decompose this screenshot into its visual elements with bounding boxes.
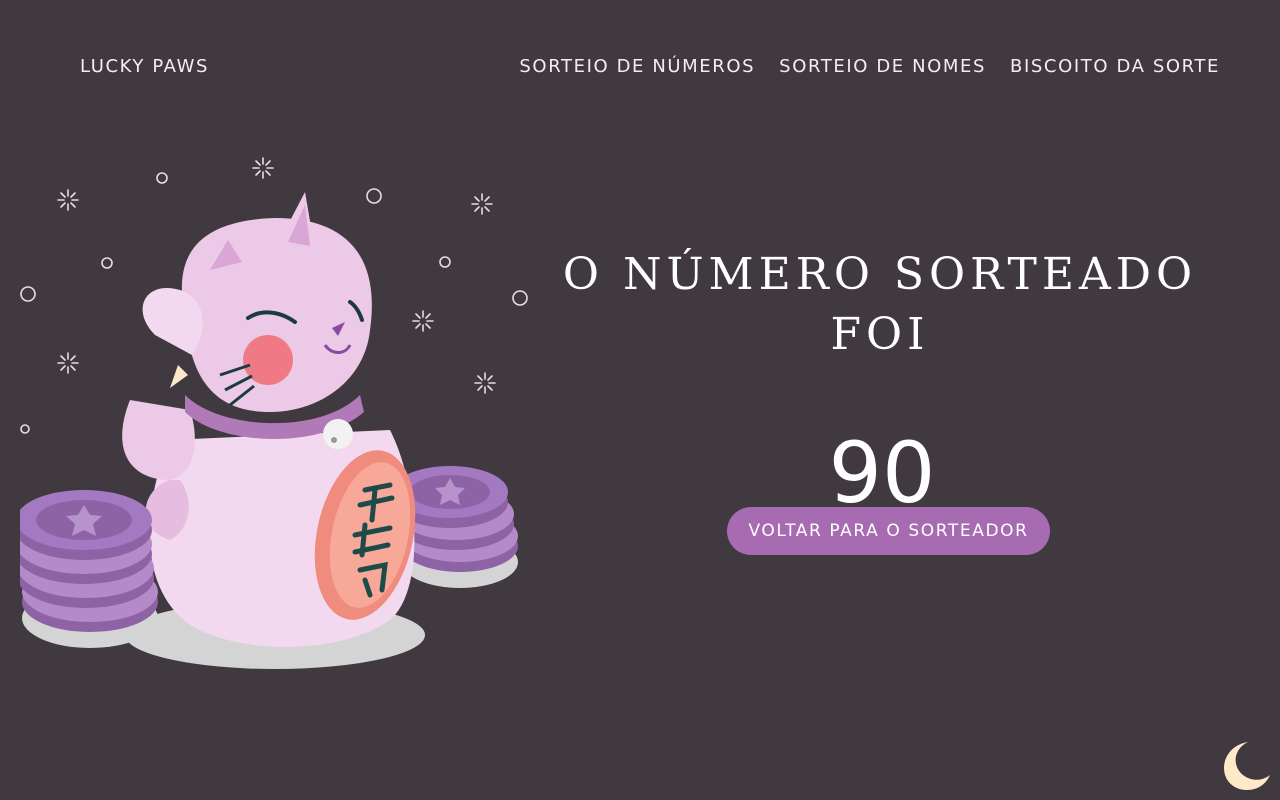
result-title: O NÚMERO SORTEADO FOI <box>562 249 1198 360</box>
result-panel: O NÚMERO SORTEADO FOI 90 <box>520 245 1240 523</box>
coin-stack-left <box>20 490 158 648</box>
theme-toggle-button[interactable] <box>1218 738 1272 792</box>
nav-link-sorteio-de-nomes[interactable]: SORTEIO DE NOMES <box>779 56 986 77</box>
lucky-cat-illustration <box>20 157 528 669</box>
brand-logo[interactable]: LUCKY PAWS <box>80 56 209 77</box>
back-to-draw-button[interactable]: VOLTAR PARA O SORTEADOR <box>727 507 1050 555</box>
main-nav: SORTEIO DE NÚMEROS SORTEIO DE NOMES BISC… <box>519 56 1220 77</box>
nav-link-biscoito-da-sorte[interactable]: BISCOITO DA SORTE <box>1010 56 1220 77</box>
moon-icon <box>1224 742 1270 790</box>
nav-link-sorteio-de-numeros[interactable]: SORTEIO DE NÚMEROS <box>519 56 755 77</box>
